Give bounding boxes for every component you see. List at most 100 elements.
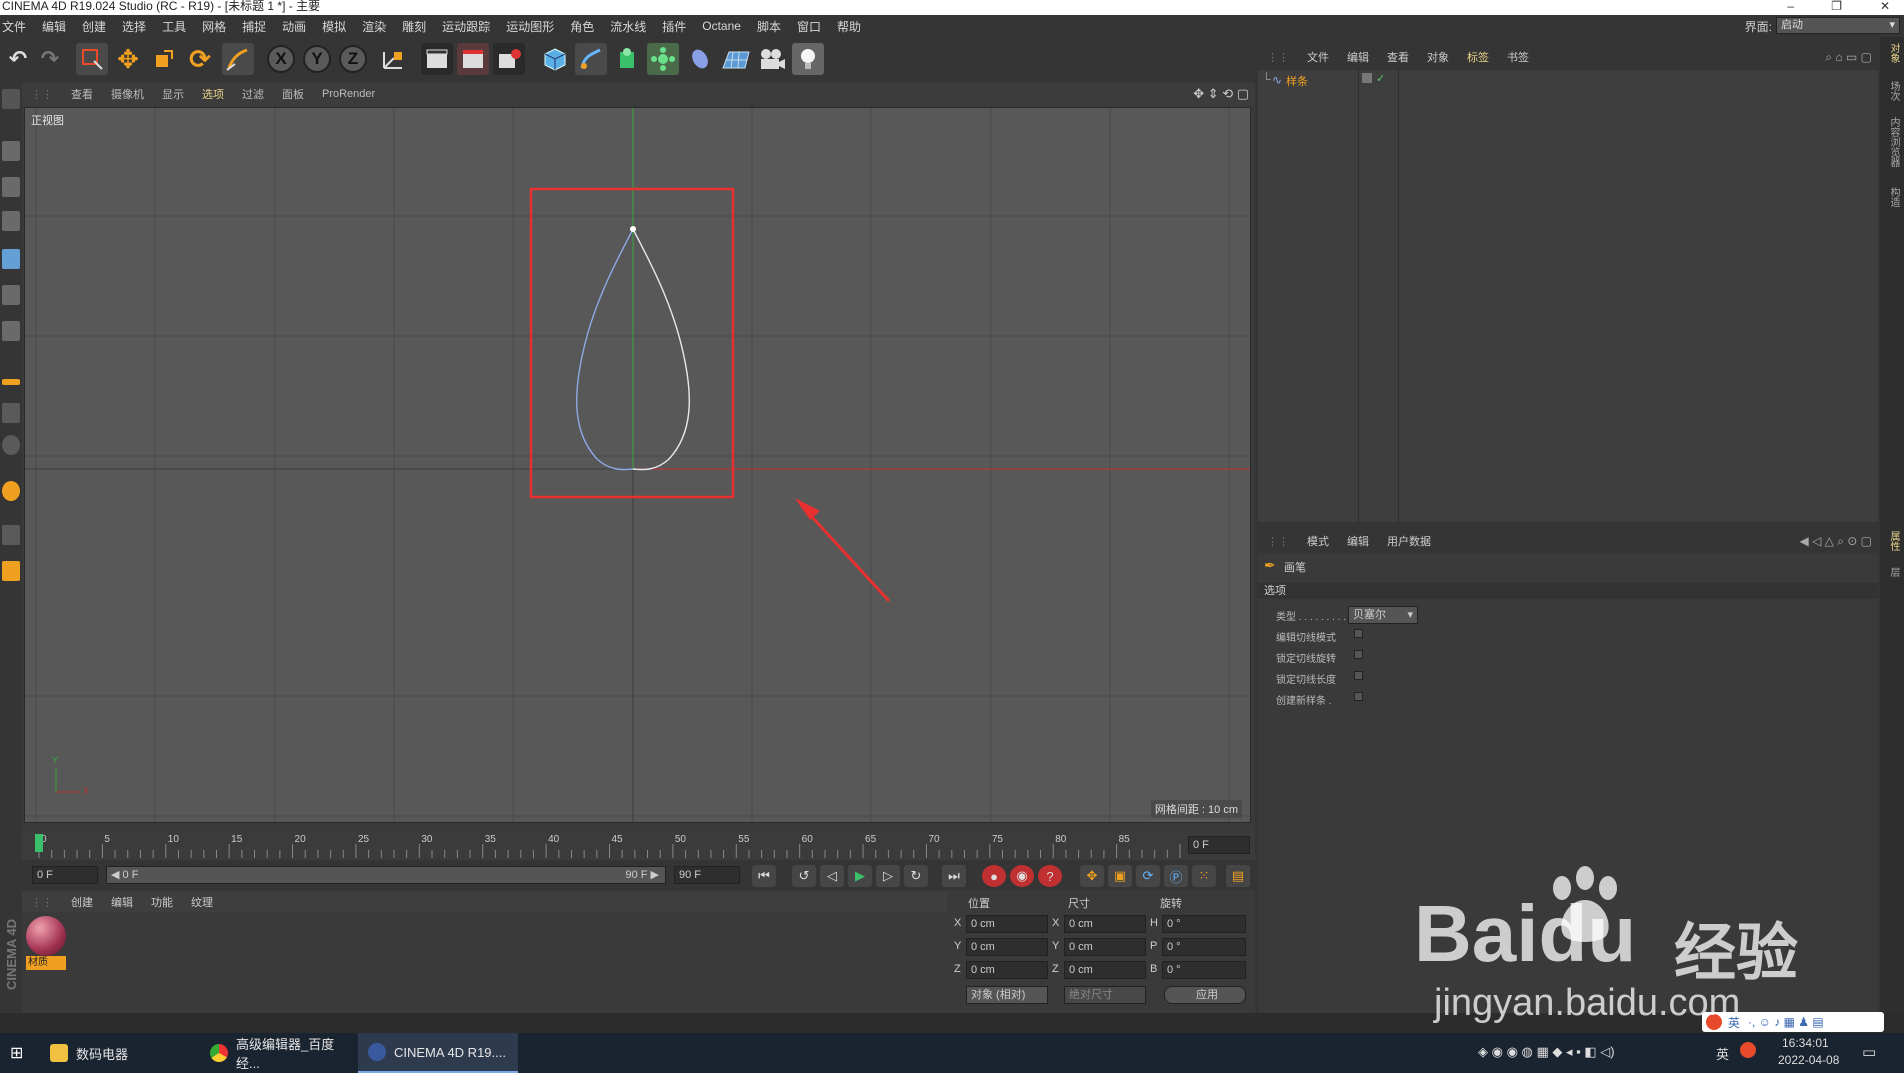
language-indicator[interactable]: 英 <box>1716 1044 1729 1063</box>
attr-menu-edit[interactable]: 编辑 <box>1338 533 1378 549</box>
quantize-icon[interactable] <box>2 525 20 545</box>
scale-icon[interactable] <box>148 43 180 75</box>
menu-render[interactable]: 渲染 <box>354 18 394 35</box>
viewport-menu-panel[interactable]: 面板 <box>273 86 313 102</box>
tweak-mode-icon[interactable] <box>2 403 20 423</box>
pen-spline-icon[interactable] <box>575 43 607 75</box>
menu-help[interactable]: 帮助 <box>829 18 869 35</box>
viewport-menu-filter[interactable]: 过滤 <box>233 86 273 102</box>
menu-script[interactable]: 脚本 <box>749 18 789 35</box>
size-z-field[interactable]: 0 cm <box>1064 961 1146 979</box>
clock-date[interactable]: 2022-04-08 <box>1778 1053 1839 1067</box>
previous-frame-icon[interactable]: ◁ <box>820 865 844 887</box>
obj-menu-view[interactable]: 查看 <box>1378 49 1418 65</box>
type-dropdown[interactable]: 贝塞尔 ▾ <box>1348 606 1418 624</box>
viewport-menu-camera[interactable]: 摄像机 <box>102 86 153 102</box>
previous-key-icon[interactable]: ↺ <box>792 865 816 887</box>
coordinate-system-icon[interactable] <box>377 43 409 75</box>
menu-edit[interactable]: 编辑 <box>34 18 74 35</box>
menu-tools[interactable]: 工具 <box>154 18 194 35</box>
notification-icon[interactable]: ▭ <box>1862 1043 1876 1061</box>
snap-icon[interactable] <box>2 481 20 501</box>
menu-animate[interactable]: 动画 <box>274 18 314 35</box>
material-menu-function[interactable]: 功能 <box>142 894 182 910</box>
texture-mode-icon[interactable] <box>2 177 20 197</box>
light-icon[interactable] <box>792 43 824 75</box>
points-mode-icon[interactable] <box>2 249 20 269</box>
obj-menu-objects[interactable]: 对象 <box>1418 49 1458 65</box>
start-button[interactable]: ⊞ <box>0 1033 36 1073</box>
undo-icon[interactable]: ↶ <box>2 43 34 75</box>
pos-z-field[interactable]: 0 cm <box>966 961 1048 979</box>
make-editable-icon[interactable] <box>2 89 20 109</box>
playhead-marker[interactable] <box>35 834 43 852</box>
size-mode-dropdown[interactable]: 绝对尺寸 <box>1064 986 1146 1004</box>
menu-mesh[interactable]: 网格 <box>194 18 234 35</box>
ime-toolbar[interactable]: 英 ·, ☺ ♪ ▦ ♟ ▤ <box>1702 1012 1884 1032</box>
end-frame-field[interactable]: 90 F <box>674 866 740 884</box>
size-x-field[interactable]: 0 cm <box>1064 915 1146 933</box>
menu-create[interactable]: 创建 <box>74 18 114 35</box>
obj-menu-bookmarks[interactable]: 书签 <box>1498 49 1538 65</box>
key-position-icon[interactable]: ✥ <box>1080 865 1104 887</box>
viewport-menu-options[interactable]: 选项 <box>193 86 233 102</box>
menu-window[interactable]: 窗口 <box>789 18 829 35</box>
side-tab-takes[interactable]: 场次 <box>1883 81 1901 101</box>
workplane-icon[interactable] <box>2 211 20 231</box>
menu-octane[interactable]: Octane <box>694 19 749 33</box>
side-tab-structure[interactable]: 构造 <box>1883 187 1901 207</box>
front-viewport[interactable]: 正视图 Y X 网格间距 : 10 cm <box>24 107 1251 823</box>
edges-mode-icon[interactable] <box>2 285 20 305</box>
attr-menu-mode[interactable]: 模式 <box>1298 533 1338 549</box>
model-mode-icon[interactable] <box>2 141 20 161</box>
z-axis-lock-button[interactable]: Z <box>339 45 367 73</box>
side-tab-layers[interactable]: 层 <box>1883 567 1901 577</box>
viewport-nav-icons[interactable]: ✥ ⇕ ⟲ ▢ <box>1193 86 1249 102</box>
key-rotation-icon[interactable]: ⟳ <box>1136 865 1160 887</box>
menu-mograph[interactable]: 运动图形 <box>498 18 562 35</box>
section-header[interactable]: 选项 <box>1258 583 1878 599</box>
menu-select[interactable]: 选择 <box>114 18 154 35</box>
move-icon[interactable]: ✥ <box>112 43 144 75</box>
play-icon[interactable]: ▶ <box>848 865 872 887</box>
option-checkbox[interactable] <box>1354 692 1363 701</box>
side-tab-objects[interactable]: 对象 <box>1883 43 1901 63</box>
menu-sculpt[interactable]: 雕刻 <box>394 18 434 35</box>
timeline-window-icon[interactable]: ▤ <box>1226 865 1250 887</box>
option-checkbox[interactable] <box>1354 671 1363 680</box>
start-frame-field[interactable]: 0 F <box>32 866 98 884</box>
timeline-ruler[interactable]: 051015202530354045505560657075808590 0 F <box>22 830 1255 860</box>
lock-workplane-icon[interactable] <box>2 561 20 581</box>
enabled-check-icon[interactable]: ✓ <box>1376 72 1385 85</box>
ime-icon[interactable] <box>1740 1042 1756 1058</box>
menu-plugins[interactable]: 插件 <box>654 18 694 35</box>
viewport-menu-view[interactable]: 查看 <box>62 86 102 102</box>
auto-key-icon[interactable]: ◉ <box>1010 865 1034 887</box>
menu-motion-tracker[interactable]: 运动跟踪 <box>434 18 498 35</box>
current-frame-field[interactable]: 0 F <box>1188 836 1250 854</box>
spline-left-half[interactable] <box>576 228 634 471</box>
polygons-mode-icon[interactable] <box>2 321 20 341</box>
obj-menu-tags[interactable]: 标签 <box>1458 49 1498 65</box>
attr-nav-icons[interactable]: ◀ ◁ △ ⌕ ⊙ ▢ <box>1800 534 1872 549</box>
material-menu-create[interactable]: 创建 <box>62 894 102 910</box>
material-swatch[interactable]: 材质 <box>26 916 66 974</box>
menu-simulate[interactable]: 模拟 <box>314 18 354 35</box>
task-cinema4d[interactable]: CINEMA 4D R19.... <box>358 1033 518 1073</box>
search-icon[interactable]: ⌕ ⌂ ▭ ▢ <box>1825 50 1872 65</box>
x-axis-lock-button[interactable]: X <box>267 45 295 73</box>
layout-dropdown[interactable]: 启动 ▾ <box>1776 17 1900 34</box>
axis-mode-icon[interactable] <box>2 379 20 385</box>
key-pla-icon[interactable]: ⁙ <box>1192 865 1216 887</box>
option-checkbox[interactable] <box>1354 629 1363 638</box>
rot-h-field[interactable]: 0 ° <box>1162 915 1246 933</box>
obj-menu-file[interactable]: 文件 <box>1298 49 1338 65</box>
menu-character[interactable]: 角色 <box>562 18 602 35</box>
rot-b-field[interactable]: 0 ° <box>1162 961 1246 979</box>
option-checkbox[interactable] <box>1354 650 1363 659</box>
floor-icon[interactable] <box>720 43 752 75</box>
render-picture-viewer-icon[interactable] <box>457 43 489 75</box>
rotate-icon[interactable]: ⟳ <box>184 43 216 75</box>
material-menu-edit[interactable]: 编辑 <box>102 894 142 910</box>
array-icon[interactable] <box>647 43 679 75</box>
